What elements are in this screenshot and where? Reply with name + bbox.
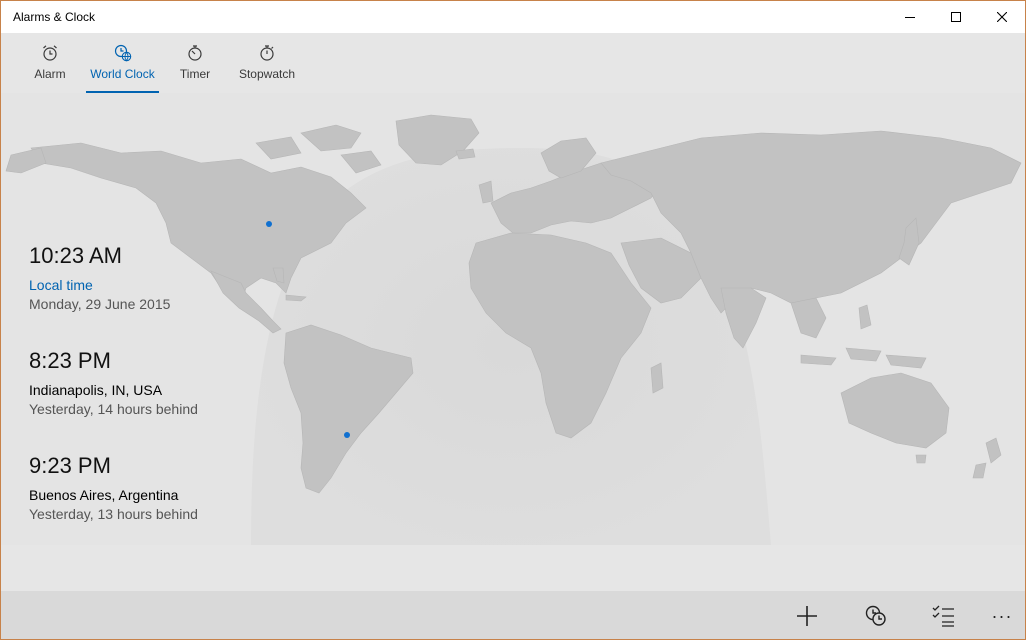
tab-alarm-label: Alarm <box>34 67 66 81</box>
clock-time: 9:23 PM <box>29 453 111 478</box>
title-bar: Alarms & Clock <box>1 1 1025 33</box>
app-window: Alarms & Clock Alarm World Clock Timer S… <box>0 0 1026 640</box>
tab-timer-label: Timer <box>179 67 211 81</box>
close-button[interactable] <box>979 1 1025 33</box>
add-icon <box>797 606 817 626</box>
minimize-icon <box>905 17 915 18</box>
more-button[interactable]: ··· <box>982 599 1022 633</box>
more-icon: ··· <box>991 605 1013 626</box>
clock-entry-local[interactable]: 10:23 AM Local time Monday, 29 June 2015 <box>29 243 170 312</box>
minimize-button[interactable] <box>887 1 933 33</box>
maximize-icon <box>951 12 961 22</box>
caption-buttons <box>887 1 1025 33</box>
world-map: 10:23 AM Local time Monday, 29 June 2015… <box>1 93 1025 545</box>
tab-timer[interactable]: Timer <box>177 33 213 93</box>
clock-detail: Yesterday, 14 hours behind <box>29 401 198 417</box>
tab-stopwatch-label: Stopwatch <box>238 67 296 81</box>
tab-world-clock[interactable]: World Clock <box>86 33 159 93</box>
compare-button[interactable] <box>856 599 896 633</box>
timer-icon <box>186 43 204 63</box>
compare-icon <box>865 605 886 626</box>
alarm-icon <box>41 43 59 63</box>
clock-place: Indianapolis, IN, USA <box>29 382 163 398</box>
tab-bar: Alarm World Clock Timer Stopwatch <box>1 33 1025 93</box>
location-dot-buenos-aires[interactable] <box>344 432 350 438</box>
world-clock-icon <box>114 43 132 63</box>
clock-detail: Monday, 29 June 2015 <box>29 296 171 312</box>
tab-stopwatch[interactable]: Stopwatch <box>237 33 297 93</box>
clock-time: 8:23 PM <box>29 348 111 373</box>
clock-place: Buenos Aires, Argentina <box>29 487 179 503</box>
clock-time: 10:23 AM <box>29 243 122 268</box>
stopwatch-icon <box>258 43 276 63</box>
tab-alarm[interactable]: Alarm <box>31 33 69 93</box>
add-button[interactable] <box>787 599 827 633</box>
clock-entry-indianapolis[interactable]: 8:23 PM Indianapolis, IN, USA Yesterday,… <box>29 348 198 417</box>
maximize-button[interactable] <box>933 1 979 33</box>
location-dot-indianapolis[interactable] <box>266 221 272 227</box>
select-button[interactable] <box>923 599 963 633</box>
select-icon <box>932 605 954 627</box>
close-icon <box>997 12 1007 22</box>
clock-place: Local time <box>29 277 93 293</box>
tab-world-clock-label: World Clock <box>90 67 155 81</box>
app-bar: ··· <box>1 591 1025 639</box>
clock-entry-buenos-aires[interactable]: 9:23 PM Buenos Aires, Argentina Yesterda… <box>29 453 198 522</box>
clock-detail: Yesterday, 13 hours behind <box>29 506 198 522</box>
window-title: Alarms & Clock <box>13 10 96 24</box>
